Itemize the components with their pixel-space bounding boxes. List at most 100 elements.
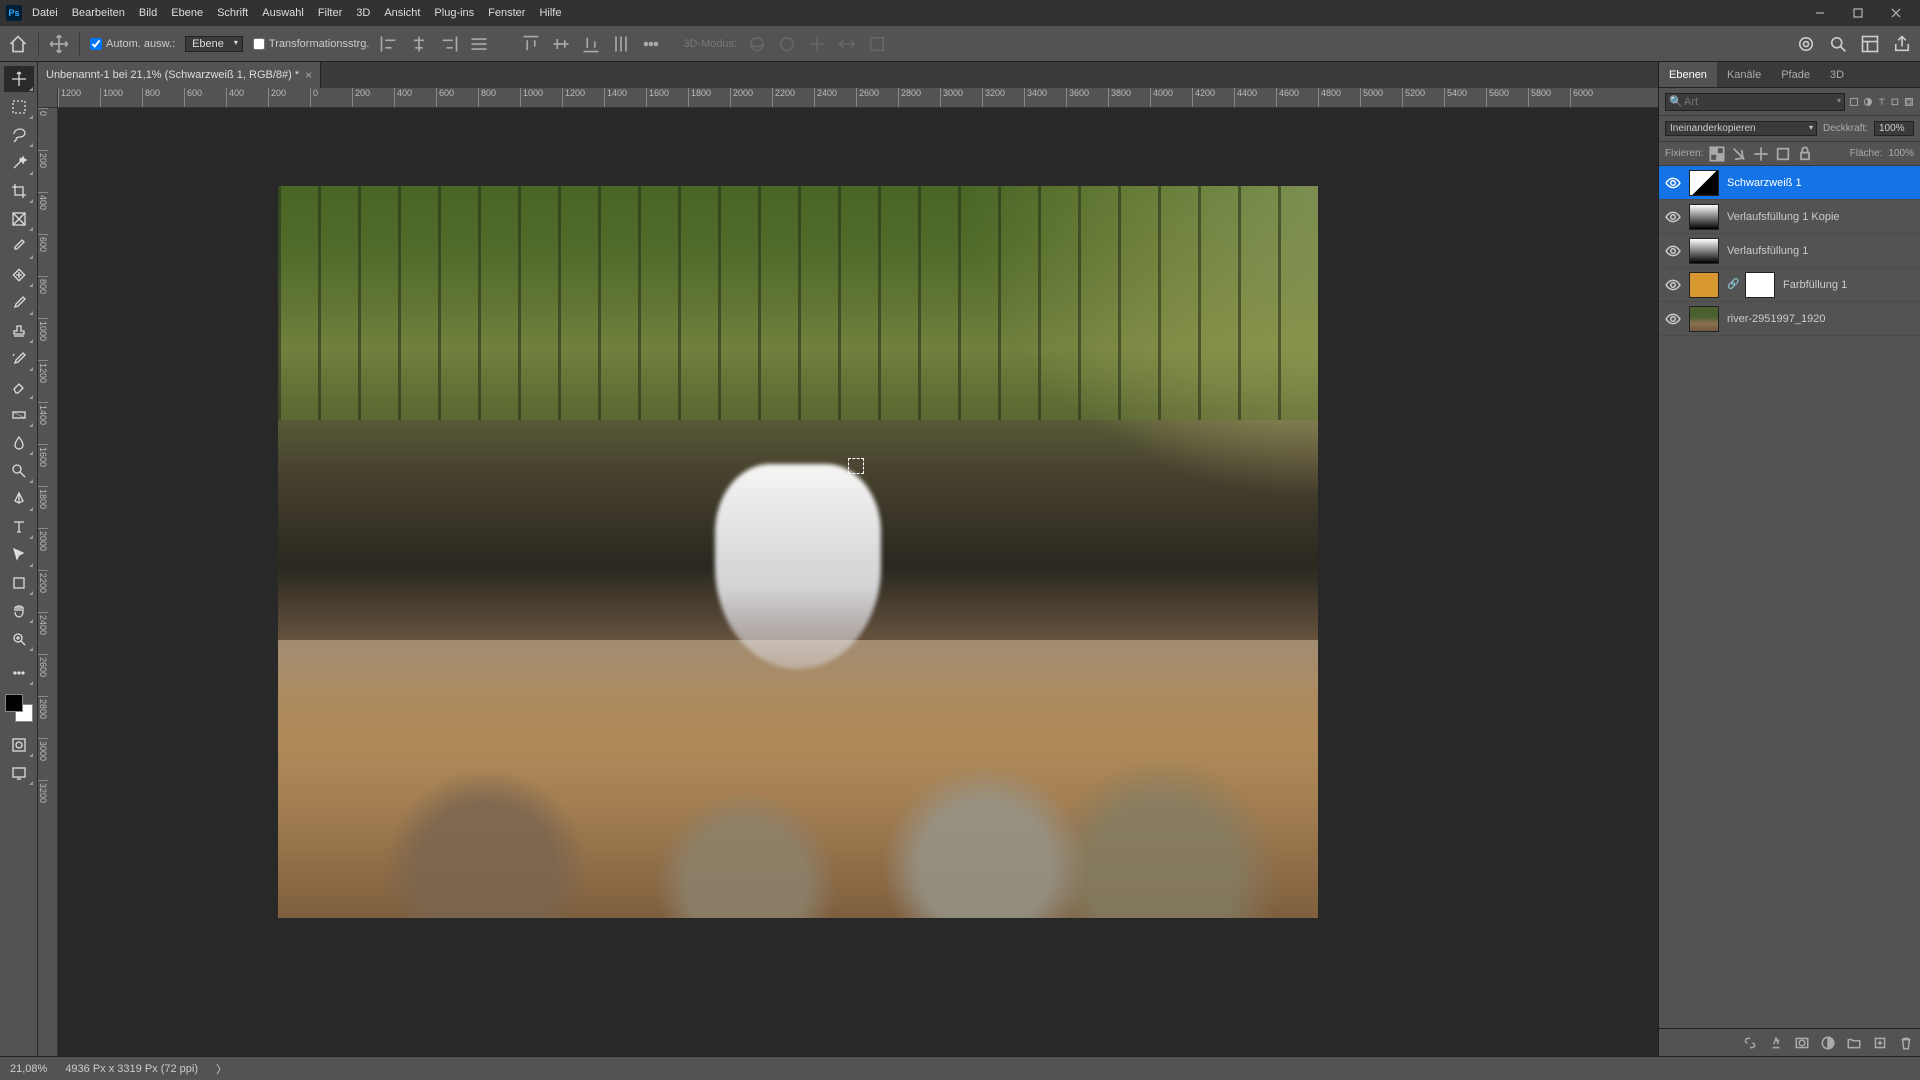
- filter-adjust-icon[interactable]: [1863, 93, 1873, 111]
- layer-style-icon[interactable]: [1768, 1035, 1784, 1051]
- layer-row[interactable]: river-2951997_1920: [1659, 302, 1920, 336]
- lasso-tool[interactable]: [4, 122, 34, 148]
- menu-3d[interactable]: 3D: [356, 7, 370, 19]
- frame-tool[interactable]: [4, 206, 34, 232]
- move-tool-icon[interactable]: [49, 34, 69, 54]
- doc-dimensions[interactable]: 4936 Px x 3319 Px (72 ppi): [65, 1063, 198, 1075]
- layer-name[interactable]: Schwarzweiß 1: [1727, 177, 1802, 189]
- layer-row[interactable]: 🔗 Farbfüllung 1: [1659, 268, 1920, 302]
- menu-bearbeiten[interactable]: Bearbeiten: [72, 7, 125, 19]
- dodge-tool[interactable]: [4, 458, 34, 484]
- filter-type-icon[interactable]: [1877, 93, 1887, 111]
- ruler-horizontal[interactable]: 1200100080060040020002004006008001000120…: [58, 88, 1658, 108]
- menu-plugins[interactable]: Plug-ins: [434, 7, 474, 19]
- marquee-tool[interactable]: [4, 94, 34, 120]
- edit-toolbar-icon[interactable]: [4, 660, 34, 686]
- menu-schrift[interactable]: Schrift: [217, 7, 248, 19]
- close-button[interactable]: [1878, 1, 1914, 25]
- search-icon[interactable]: [1828, 34, 1848, 54]
- opacity-input[interactable]: 100%: [1874, 121, 1914, 136]
- foreground-color[interactable]: [5, 694, 23, 712]
- zoom-tool[interactable]: [4, 626, 34, 652]
- path-select-tool[interactable]: [4, 542, 34, 568]
- layer-group-icon[interactable]: [1846, 1035, 1862, 1051]
- layer-name[interactable]: Verlaufsfüllung 1: [1727, 245, 1808, 257]
- pen-tool[interactable]: [4, 486, 34, 512]
- healing-tool[interactable]: [4, 262, 34, 288]
- align-top-icon[interactable]: [521, 34, 541, 54]
- document-image[interactable]: [278, 186, 1318, 918]
- blur-tool[interactable]: [4, 430, 34, 456]
- layer-name[interactable]: river-2951997_1920: [1727, 313, 1825, 325]
- brush-tool[interactable]: [4, 290, 34, 316]
- delete-layer-icon[interactable]: [1898, 1035, 1914, 1051]
- canvas[interactable]: [58, 108, 1658, 1056]
- document-tab[interactable]: Unbenannt-1 bei 21,1% (Schwarzweiß 1, RG…: [38, 62, 321, 88]
- visibility-icon[interactable]: [1665, 209, 1681, 225]
- visibility-icon[interactable]: [1665, 175, 1681, 191]
- eraser-tool[interactable]: [4, 374, 34, 400]
- filter-smart-icon[interactable]: [1904, 93, 1914, 111]
- menu-fenster[interactable]: Fenster: [488, 7, 525, 19]
- lock-pixels-icon[interactable]: [1731, 146, 1747, 162]
- distribute-v-icon[interactable]: [611, 34, 631, 54]
- menu-ansicht[interactable]: Ansicht: [384, 7, 420, 19]
- wand-tool[interactable]: [4, 150, 34, 176]
- minimize-button[interactable]: [1802, 1, 1838, 25]
- home-icon[interactable]: [8, 34, 28, 54]
- share-icon[interactable]: [1892, 34, 1912, 54]
- history-brush-tool[interactable]: [4, 346, 34, 372]
- shape-tool[interactable]: [4, 570, 34, 596]
- layer-mask-icon[interactable]: [1794, 1035, 1810, 1051]
- layer-name[interactable]: Farbfüllung 1: [1783, 279, 1847, 291]
- hand-tool[interactable]: [4, 598, 34, 624]
- link-icon[interactable]: 🔗: [1727, 279, 1737, 290]
- zoom-level[interactable]: 21,08%: [10, 1063, 47, 1075]
- workspace-icon[interactable]: [1860, 34, 1880, 54]
- stamp-tool[interactable]: [4, 318, 34, 344]
- visibility-icon[interactable]: [1665, 311, 1681, 327]
- layer-row[interactable]: Verlaufsfüllung 1: [1659, 234, 1920, 268]
- layer-thumb-adjustment[interactable]: [1689, 170, 1719, 196]
- filter-shape-icon[interactable]: [1890, 93, 1900, 111]
- blend-mode-dropdown[interactable]: Ineinanderkopieren: [1665, 121, 1817, 136]
- align-right-icon[interactable]: [439, 34, 459, 54]
- gradient-tool[interactable]: [4, 402, 34, 428]
- layer-row[interactable]: Schwarzweiß 1: [1659, 166, 1920, 200]
- screenmode-icon[interactable]: [4, 760, 34, 786]
- ruler-vertical[interactable]: 0200400600800100012001400160018002000220…: [38, 108, 58, 1056]
- color-swatch[interactable]: [5, 694, 33, 722]
- layer-row[interactable]: Verlaufsfüllung 1 Kopie: [1659, 200, 1920, 234]
- type-tool[interactable]: [4, 514, 34, 540]
- align-left-icon[interactable]: [379, 34, 399, 54]
- menu-filter[interactable]: Filter: [318, 7, 342, 19]
- fill-input[interactable]: 100%: [1888, 148, 1914, 159]
- menu-datei[interactable]: Datei: [32, 7, 58, 19]
- align-bottom-icon[interactable]: [581, 34, 601, 54]
- menu-hilfe[interactable]: Hilfe: [539, 7, 561, 19]
- lock-position-icon[interactable]: [1753, 146, 1769, 162]
- status-arrow-icon[interactable]: 〉: [216, 1061, 227, 1077]
- tab-kanaele[interactable]: Kanäle: [1717, 62, 1771, 87]
- visibility-icon[interactable]: [1665, 277, 1681, 293]
- layer-filter-input[interactable]: [1665, 93, 1845, 111]
- link-layers-icon[interactable]: [1742, 1035, 1758, 1051]
- distribute-h-icon[interactable]: [469, 34, 489, 54]
- eyedropper-tool[interactable]: [4, 234, 34, 260]
- align-center-h-icon[interactable]: [409, 34, 429, 54]
- layer-name[interactable]: Verlaufsfüllung 1 Kopie: [1727, 211, 1840, 223]
- crop-tool[interactable]: [4, 178, 34, 204]
- quickmask-icon[interactable]: [4, 732, 34, 758]
- new-layer-icon[interactable]: [1872, 1035, 1888, 1051]
- visibility-icon[interactable]: [1665, 243, 1681, 259]
- layer-thumb-fill[interactable]: [1689, 272, 1719, 298]
- adjustment-layer-icon[interactable]: [1820, 1035, 1836, 1051]
- lock-all-icon[interactable]: [1797, 146, 1813, 162]
- auto-select-checkbox[interactable]: Autom. ausw.:: [90, 38, 175, 50]
- maximize-button[interactable]: [1840, 1, 1876, 25]
- layer-thumb-mask[interactable]: [1745, 272, 1775, 298]
- lock-artboard-icon[interactable]: [1775, 146, 1791, 162]
- menu-bild[interactable]: Bild: [139, 7, 157, 19]
- menu-auswahl[interactable]: Auswahl: [262, 7, 304, 19]
- more-align-icon[interactable]: [641, 34, 661, 54]
